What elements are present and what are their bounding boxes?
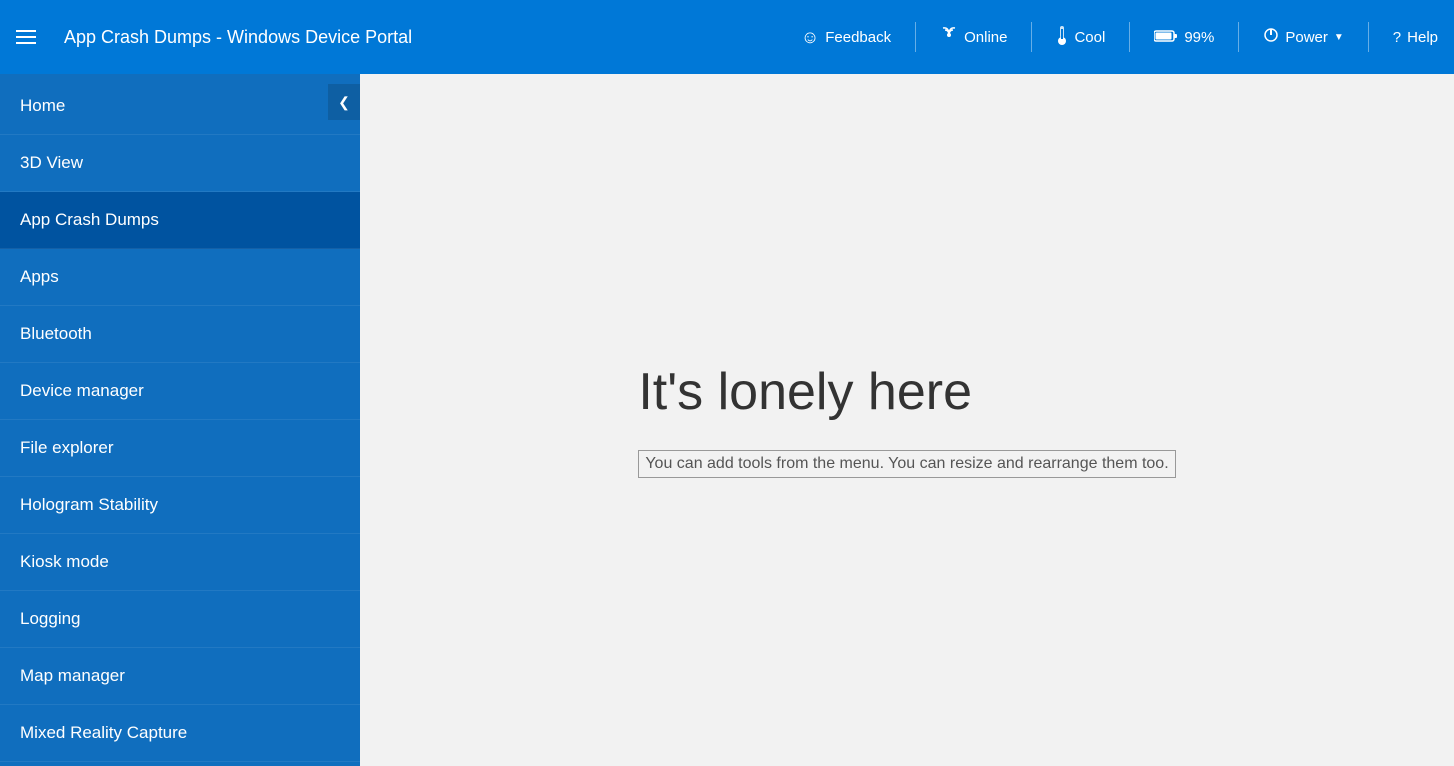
battery-status: 99% [1154, 29, 1214, 46]
battery-icon [1154, 29, 1178, 46]
sidebar-item-hologram-stability[interactable]: Hologram Stability [0, 477, 360, 534]
sidebar-item-mixed-reality-capture[interactable]: Mixed Reality Capture [0, 705, 360, 762]
online-status: Online [940, 26, 1007, 49]
feedback-icon: ☺ [801, 27, 819, 48]
divider [915, 22, 916, 52]
battery-label: 99% [1184, 29, 1214, 46]
header-actions: ☺ Feedback Online [801, 22, 1438, 52]
header: App Crash Dumps - Windows Device Portal … [0, 0, 1454, 74]
sidebar: ❮ Home3D ViewApp Crash DumpsAppsBluetoot… [0, 74, 360, 766]
divider2 [1031, 22, 1032, 52]
power-icon [1263, 27, 1279, 48]
sidebar-item-file-explorer[interactable]: File explorer [0, 420, 360, 477]
divider3 [1129, 22, 1130, 52]
sidebar-item-logging[interactable]: Logging [0, 591, 360, 648]
feedback-button[interactable]: ☺ Feedback [801, 27, 891, 48]
hamburger-button[interactable] [16, 30, 36, 44]
sidebar-item-map-manager[interactable]: Map manager [0, 648, 360, 705]
sidebar-item-bluetooth[interactable]: Bluetooth [0, 306, 360, 363]
collapse-sidebar-button[interactable]: ❮ [328, 84, 360, 120]
main-content-area: It's lonely here You can add tools from … [360, 74, 1454, 766]
power-label: Power [1285, 29, 1328, 46]
power-button[interactable]: Power ▼ [1263, 27, 1343, 48]
help-label: Help [1407, 29, 1438, 46]
sidebar-scroll[interactable]: Home3D ViewApp Crash DumpsAppsBluetoothD… [0, 74, 360, 766]
sidebar-item-kiosk-mode[interactable]: Kiosk mode [0, 534, 360, 591]
online-label: Online [964, 29, 1007, 46]
online-icon [940, 26, 958, 49]
empty-state: It's lonely here You can add tools from … [598, 322, 1215, 518]
lonely-title: It's lonely here [638, 362, 1175, 422]
temperature-status: Cool [1056, 25, 1105, 50]
help-button[interactable]: ? Help [1393, 29, 1438, 46]
page-title: App Crash Dumps - Windows Device Portal [64, 27, 781, 48]
body: ❮ Home3D ViewApp Crash DumpsAppsBluetoot… [0, 74, 1454, 766]
sidebar-item-home[interactable]: Home [0, 78, 360, 135]
sidebar-item-apps[interactable]: Apps [0, 249, 360, 306]
thermometer-icon [1056, 25, 1068, 50]
feedback-label: Feedback [825, 29, 891, 46]
divider5 [1368, 22, 1369, 52]
power-dropdown-icon: ▼ [1334, 32, 1344, 43]
cool-label: Cool [1074, 29, 1105, 46]
sidebar-item-device-manager[interactable]: Device manager [0, 363, 360, 420]
help-icon: ? [1393, 29, 1401, 46]
divider4 [1238, 22, 1239, 52]
sidebar-item-3d-view[interactable]: 3D View [0, 135, 360, 192]
sidebar-item-app-crash-dumps[interactable]: App Crash Dumps [0, 192, 360, 249]
lonely-subtitle: You can add tools from the menu. You can… [638, 450, 1175, 478]
